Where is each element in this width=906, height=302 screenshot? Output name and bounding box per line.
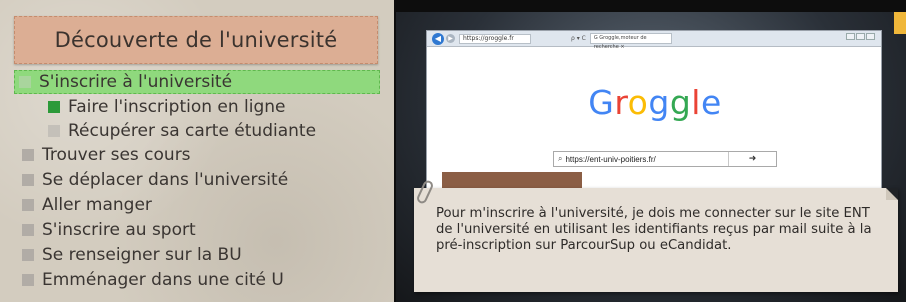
maximize-icon[interactable] [856, 33, 865, 40]
objective-item-deplacer[interactable]: Se déplacer dans l'université [22, 168, 288, 192]
game-scene: ◀ ▶ https://groggle.fr ρ ▾ C G Groggle,m… [396, 12, 906, 302]
logo-letter: g [669, 83, 692, 122]
browser-tab[interactable]: G Groggle,moteur de recherche × [589, 33, 672, 50]
objective-marker [22, 249, 34, 261]
subobjective-item-inscription-en-ligne[interactable]: Faire l'inscription en ligne [48, 95, 286, 119]
objective-item-cite-u[interactable]: Emménager dans une cité U [22, 268, 284, 292]
objective-label: Se renseigner sur la BU [42, 245, 242, 265]
objective-marker [22, 224, 34, 236]
logo-letter: r [614, 83, 628, 122]
objective-label: Aller manger [42, 195, 152, 215]
objective-label: Se déplacer dans l'université [42, 170, 289, 190]
dialogue-note[interactable]: Pour m'inscrire à l'université, je dois … [414, 179, 898, 292]
panel-title: Découverte de l'université [54, 28, 338, 52]
minimize-icon[interactable] [846, 33, 855, 40]
back-arrow-icon[interactable]: ◀ [432, 32, 444, 45]
search-icon: ⌕ [558, 154, 563, 163]
logo-letter: e [700, 83, 722, 122]
objective-item-inscrire[interactable]: S'inscrire à l'université [14, 70, 380, 94]
objective-marker [22, 174, 34, 186]
objective-label: S'inscrire au sport [42, 220, 196, 240]
objectives-panel: Découverte de l'université S'inscrire à … [0, 0, 394, 302]
logo-letter: G [588, 83, 615, 122]
objective-label: Faire l'inscription en ligne [68, 97, 286, 117]
forward-arrow-icon[interactable]: ▶ [446, 34, 455, 43]
pending-step-marker [48, 125, 60, 137]
logo-letter: l [691, 83, 701, 122]
objective-item-cours[interactable]: Trouver ses cours [22, 143, 191, 167]
address-bar[interactable]: https://groggle.fr [459, 33, 531, 44]
corner-button[interactable] [894, 12, 906, 34]
search-refresh-icon[interactable]: ρ ▾ C [571, 35, 586, 42]
objective-label: S'inscrire à l'université [39, 72, 233, 92]
objective-label: Trouver ses cours [42, 145, 191, 165]
panel-title-box: Découverte de l'université [14, 16, 378, 64]
objective-item-bu[interactable]: Se renseigner sur la BU [22, 243, 242, 267]
search-engine-logo: Groggle [427, 83, 883, 122]
objective-item-manger[interactable]: Aller manger [22, 193, 152, 217]
objective-marker [22, 274, 34, 286]
objective-marker [19, 76, 31, 88]
window-controls [846, 33, 875, 40]
search-input[interactable]: ⌕ https://ent-univ-poitiers.fr/ ➜ [553, 151, 777, 167]
subobjective-item-carte-etudiante[interactable]: Récupérer sa carte étudiante [48, 119, 316, 143]
dialogue-text: Pour m'inscrire à l'université, je dois … [436, 206, 872, 253]
browser-toolbar: ◀ ▶ https://groggle.fr ρ ▾ C G Groggle,m… [427, 31, 881, 50]
current-step-marker [48, 101, 60, 113]
logo-letter: o [627, 83, 649, 122]
objective-marker [22, 199, 34, 211]
objective-marker [22, 149, 34, 161]
objective-item-sport[interactable]: S'inscrire au sport [22, 218, 196, 242]
search-submit-button[interactable]: ➜ [728, 152, 776, 166]
search-value: https://ent-univ-poitiers.fr/ [565, 154, 656, 164]
logo-letter: g [648, 83, 670, 122]
objective-label: Emménager dans une cité U [42, 270, 284, 290]
close-icon[interactable] [866, 33, 875, 40]
objective-label: Récupérer sa carte étudiante [68, 121, 317, 141]
